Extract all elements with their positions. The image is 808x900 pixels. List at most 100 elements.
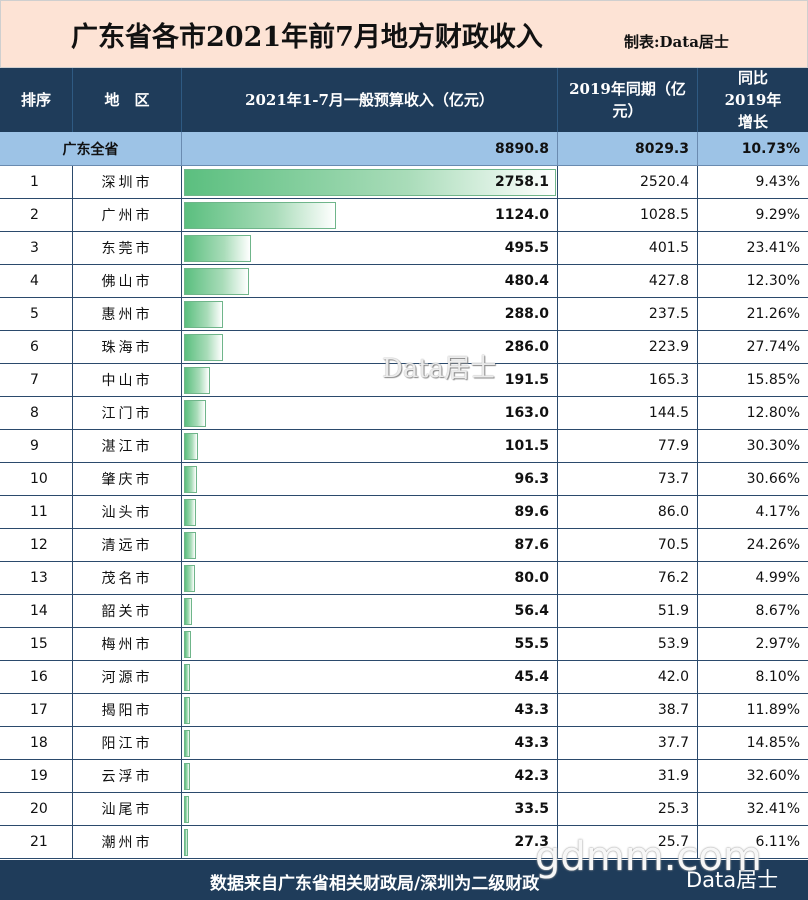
revenue-value: 96.3	[514, 471, 549, 487]
city-cell: 湛江市	[73, 430, 182, 463]
rank-cell: 17	[0, 694, 73, 727]
revenue-value: 43.3	[514, 735, 549, 751]
header-prior: 2019年同期（亿元）	[558, 68, 698, 132]
growth-cell: 11.89%	[698, 694, 808, 727]
revenue-cell: 480.4	[182, 265, 558, 298]
revenue-cell: 286.0	[182, 331, 558, 364]
summary-prior: 8029.3	[558, 132, 698, 166]
growth-cell: 4.17%	[698, 496, 808, 529]
rank-cell: 3	[0, 232, 73, 265]
growth-cell: 8.10%	[698, 661, 808, 694]
header-growth: 同比2019年增长	[698, 68, 808, 132]
rank-cell: 5	[0, 298, 73, 331]
revenue-cell: 288.0	[182, 298, 558, 331]
prior-cell: 86.0	[558, 496, 698, 529]
rank-cell: 16	[0, 661, 73, 694]
revenue-bar	[184, 466, 197, 493]
revenue-cell: 45.4	[182, 661, 558, 694]
rank-cell: 19	[0, 760, 73, 793]
prior-cell: 73.7	[558, 463, 698, 496]
revenue-bar	[184, 433, 198, 460]
city-cell: 河源市	[73, 661, 182, 694]
growth-cell: 14.85%	[698, 727, 808, 760]
growth-cell: 24.26%	[698, 529, 808, 562]
revenue-bar	[184, 631, 192, 658]
chart-title: 广东省各市2021年前7月地方财政收入	[71, 22, 543, 53]
prior-cell: 165.3	[558, 364, 698, 397]
header-rank: 排序	[0, 68, 73, 132]
revenue-bar	[184, 796, 189, 823]
revenue-value: 495.5	[504, 240, 549, 256]
prior-cell: 42.0	[558, 661, 698, 694]
city-cell: 惠州市	[73, 298, 182, 331]
revenue-bar	[184, 763, 190, 790]
rank-cell: 20	[0, 793, 73, 826]
revenue-value: 163.0	[504, 405, 549, 421]
rank-cell: 1	[0, 166, 73, 199]
revenue-cell: 55.5	[182, 628, 558, 661]
prior-cell: 70.5	[558, 529, 698, 562]
revenue-bar	[184, 268, 249, 295]
revenue-cell: 163.0	[182, 397, 558, 430]
city-cell: 东莞市	[73, 232, 182, 265]
rank-cell: 15	[0, 628, 73, 661]
revenue-value: 42.3	[514, 768, 549, 784]
revenue-value: 33.5	[514, 801, 549, 817]
prior-cell: 76.2	[558, 562, 698, 595]
growth-cell: 15.85%	[698, 364, 808, 397]
growth-cell: 30.30%	[698, 430, 808, 463]
rank-cell: 10	[0, 463, 73, 496]
revenue-bar	[184, 499, 197, 526]
revenue-bar	[184, 301, 223, 328]
revenue-cell: 1124.0	[182, 199, 558, 232]
rank-cell: 9	[0, 430, 73, 463]
footer-source: 数据来自广东省相关财政局/深圳为二级财政	[210, 874, 540, 894]
prior-cell: 401.5	[558, 232, 698, 265]
revenue-cell: 96.3	[182, 463, 558, 496]
prior-cell: 38.7	[558, 694, 698, 727]
credit-label: 制表:Data居士	[624, 33, 729, 51]
rank-cell: 13	[0, 562, 73, 595]
city-cell: 梅州市	[73, 628, 182, 661]
revenue-value: 2758.1	[494, 174, 549, 190]
revenue-cell: 33.5	[182, 793, 558, 826]
rank-cell: 4	[0, 265, 73, 298]
revenue-cell: 43.3	[182, 727, 558, 760]
revenue-bar	[184, 367, 210, 394]
revenue-bar	[184, 598, 192, 625]
revenue-value: 55.5	[514, 636, 549, 652]
city-cell: 茂名市	[73, 562, 182, 595]
revenue-value: 1124.0	[494, 207, 549, 223]
prior-cell: 427.8	[558, 265, 698, 298]
prior-cell: 1028.5	[558, 199, 698, 232]
prior-cell: 51.9	[558, 595, 698, 628]
title-bar: 广东省各市2021年前7月地方财政收入 制表:Data居士	[0, 0, 808, 68]
rank-cell: 18	[0, 727, 73, 760]
revenue-value: 480.4	[504, 273, 549, 289]
city-cell: 珠海市	[73, 331, 182, 364]
prior-cell: 25.3	[558, 793, 698, 826]
growth-cell: 21.26%	[698, 298, 808, 331]
data-table: 排序 地 区 2021年1-7月一般预算收入（亿元） 2019年同期（亿元） 同…	[0, 68, 808, 860]
city-cell: 江门市	[73, 397, 182, 430]
revenue-bar	[184, 697, 190, 724]
city-cell: 汕头市	[73, 496, 182, 529]
revenue-cell: 27.3	[182, 826, 558, 859]
revenue-value: 101.5	[504, 438, 549, 454]
prior-cell: 2520.4	[558, 166, 698, 199]
revenue-cell: 42.3	[182, 760, 558, 793]
revenue-value: 80.0	[514, 570, 549, 586]
rank-cell: 21	[0, 826, 73, 859]
prior-cell: 37.7	[558, 727, 698, 760]
city-cell: 云浮市	[73, 760, 182, 793]
revenue-cell: 191.5	[182, 364, 558, 397]
summary-revenue: 8890.8	[182, 132, 558, 166]
rank-cell: 14	[0, 595, 73, 628]
revenue-cell: 87.6	[182, 529, 558, 562]
growth-cell: 30.66%	[698, 463, 808, 496]
growth-cell: 23.41%	[698, 232, 808, 265]
revenue-value: 286.0	[504, 339, 549, 355]
city-cell: 韶关市	[73, 595, 182, 628]
revenue-bar	[184, 400, 206, 427]
revenue-bar	[184, 235, 251, 262]
